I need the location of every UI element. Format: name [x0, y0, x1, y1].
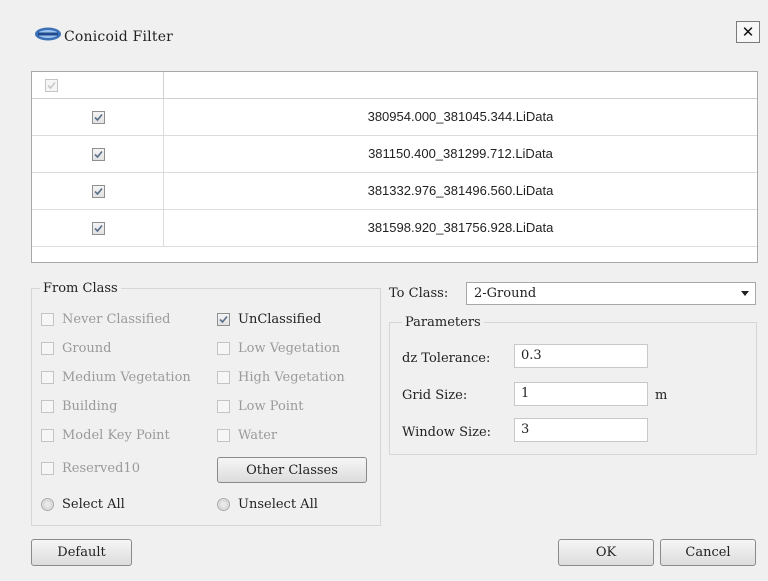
checkmark-icon [219, 315, 228, 324]
checkbox[interactable] [217, 313, 230, 326]
checkbox [217, 371, 230, 384]
class-checkbox-unclassified[interactable]: UnClassified [217, 312, 321, 327]
to-class-value: 2-Ground [474, 286, 537, 301]
default-button[interactable]: Default [31, 539, 132, 566]
class-checkbox-never-classified: Never Classified [41, 312, 171, 327]
dz-tolerance-label: dz Tolerance: [402, 351, 491, 366]
ok-button[interactable]: OK [558, 539, 654, 566]
cancel-label: Cancel [685, 545, 731, 560]
file-table: 380954.000_381045.344.LiData 381150.400_3… [31, 71, 758, 263]
unselect-all-radio[interactable]: Unselect All [217, 497, 318, 512]
class-label: Model Key Point [62, 428, 170, 443]
window-size-label: Window Size: [402, 425, 492, 440]
chevron-down-icon [741, 291, 749, 296]
checkmark-icon [47, 81, 56, 90]
checkbox [41, 429, 54, 442]
file-checkbox[interactable] [92, 185, 105, 198]
to-class-select[interactable]: 2-Ground [466, 282, 756, 305]
checkbox [41, 462, 54, 475]
class-checkbox-ground: Ground [41, 341, 112, 356]
file-checkbox[interactable] [92, 111, 105, 124]
table-header [32, 72, 757, 99]
table-row[interactable]: 381150.400_381299.712.LiData [32, 136, 757, 173]
parameters-label: Parameters [402, 315, 484, 330]
class-label: Medium Vegetation [62, 370, 191, 385]
close-button[interactable]: ✕ [736, 21, 760, 43]
ok-label: OK [595, 545, 617, 560]
checkbox [41, 371, 54, 384]
checkmark-icon [94, 113, 103, 122]
dz-tolerance-input[interactable]: 0.3 [514, 344, 648, 368]
checkbox [217, 342, 230, 355]
class-checkbox-high-vegetation: High Vegetation [217, 370, 345, 385]
file-name: 380954.000_381045.344.LiData [367, 109, 554, 124]
select-all-radio[interactable]: Select All [41, 497, 125, 512]
class-label: Low Point [238, 399, 304, 414]
checkbox [41, 313, 54, 326]
select-all-files-checkbox[interactable] [45, 79, 58, 92]
checkmark-icon [94, 187, 103, 196]
radio-icon [41, 498, 54, 511]
grid-size-input[interactable]: 1 [514, 382, 648, 406]
file-checkbox[interactable] [92, 148, 105, 161]
radio-icon [217, 498, 230, 511]
from-class-label: From Class [40, 281, 121, 296]
to-class-label: To Class: [389, 286, 449, 301]
app-logo-icon [34, 26, 62, 42]
class-checkbox-building: Building [41, 399, 117, 414]
grid-size-unit: m [655, 388, 668, 403]
unselect-all-label: Unselect All [238, 497, 318, 512]
grid-size-label: Grid Size: [402, 388, 468, 403]
class-label: Building [62, 399, 118, 414]
default-label: Default [57, 545, 106, 560]
class-checkbox-low-point: Low Point [217, 399, 304, 414]
class-checkbox-reserved10: Reserved10 [41, 461, 140, 476]
class-checkbox-water: Water [217, 428, 277, 443]
class-checkbox-low-vegetation: Low Vegetation [217, 341, 340, 356]
checkmark-icon [94, 224, 103, 233]
close-icon: ✕ [741, 23, 755, 41]
table-row[interactable]: 381332.976_381496.560.LiData [32, 173, 757, 210]
class-label: Ground [62, 341, 112, 356]
window-title: Conicoid Filter [64, 29, 174, 45]
class-checkbox-medium-vegetation: Medium Vegetation [41, 370, 191, 385]
window-size-input[interactable]: 3 [514, 418, 648, 442]
checkbox [217, 429, 230, 442]
checkbox [41, 400, 54, 413]
file-name: 381598.920_381756.928.LiData [367, 220, 554, 235]
class-label: Reserved10 [62, 461, 140, 476]
class-label: High Vegetation [238, 370, 345, 385]
table-row[interactable]: 380954.000_381045.344.LiData [32, 99, 757, 136]
class-label: Never Classified [62, 312, 171, 327]
class-label: Low Vegetation [238, 341, 341, 356]
class-label: UnClassified [238, 312, 322, 327]
other-classes-label: Other Classes [246, 462, 338, 478]
class-label: Water [238, 428, 278, 443]
checkbox [41, 342, 54, 355]
file-checkbox[interactable] [92, 222, 105, 235]
column-divider [163, 72, 164, 98]
file-name: 381150.400_381299.712.LiData [368, 146, 553, 161]
file-name: 381332.976_381496.560.LiData [367, 183, 554, 198]
checkbox [217, 400, 230, 413]
checkmark-icon [94, 150, 103, 159]
table-row[interactable]: 381598.920_381756.928.LiData [32, 210, 757, 247]
select-all-label: Select All [62, 497, 125, 512]
cancel-button[interactable]: Cancel [660, 539, 756, 566]
class-checkbox-model-key-point: Model Key Point [41, 428, 170, 443]
other-classes-button[interactable]: Other Classes [217, 457, 367, 483]
